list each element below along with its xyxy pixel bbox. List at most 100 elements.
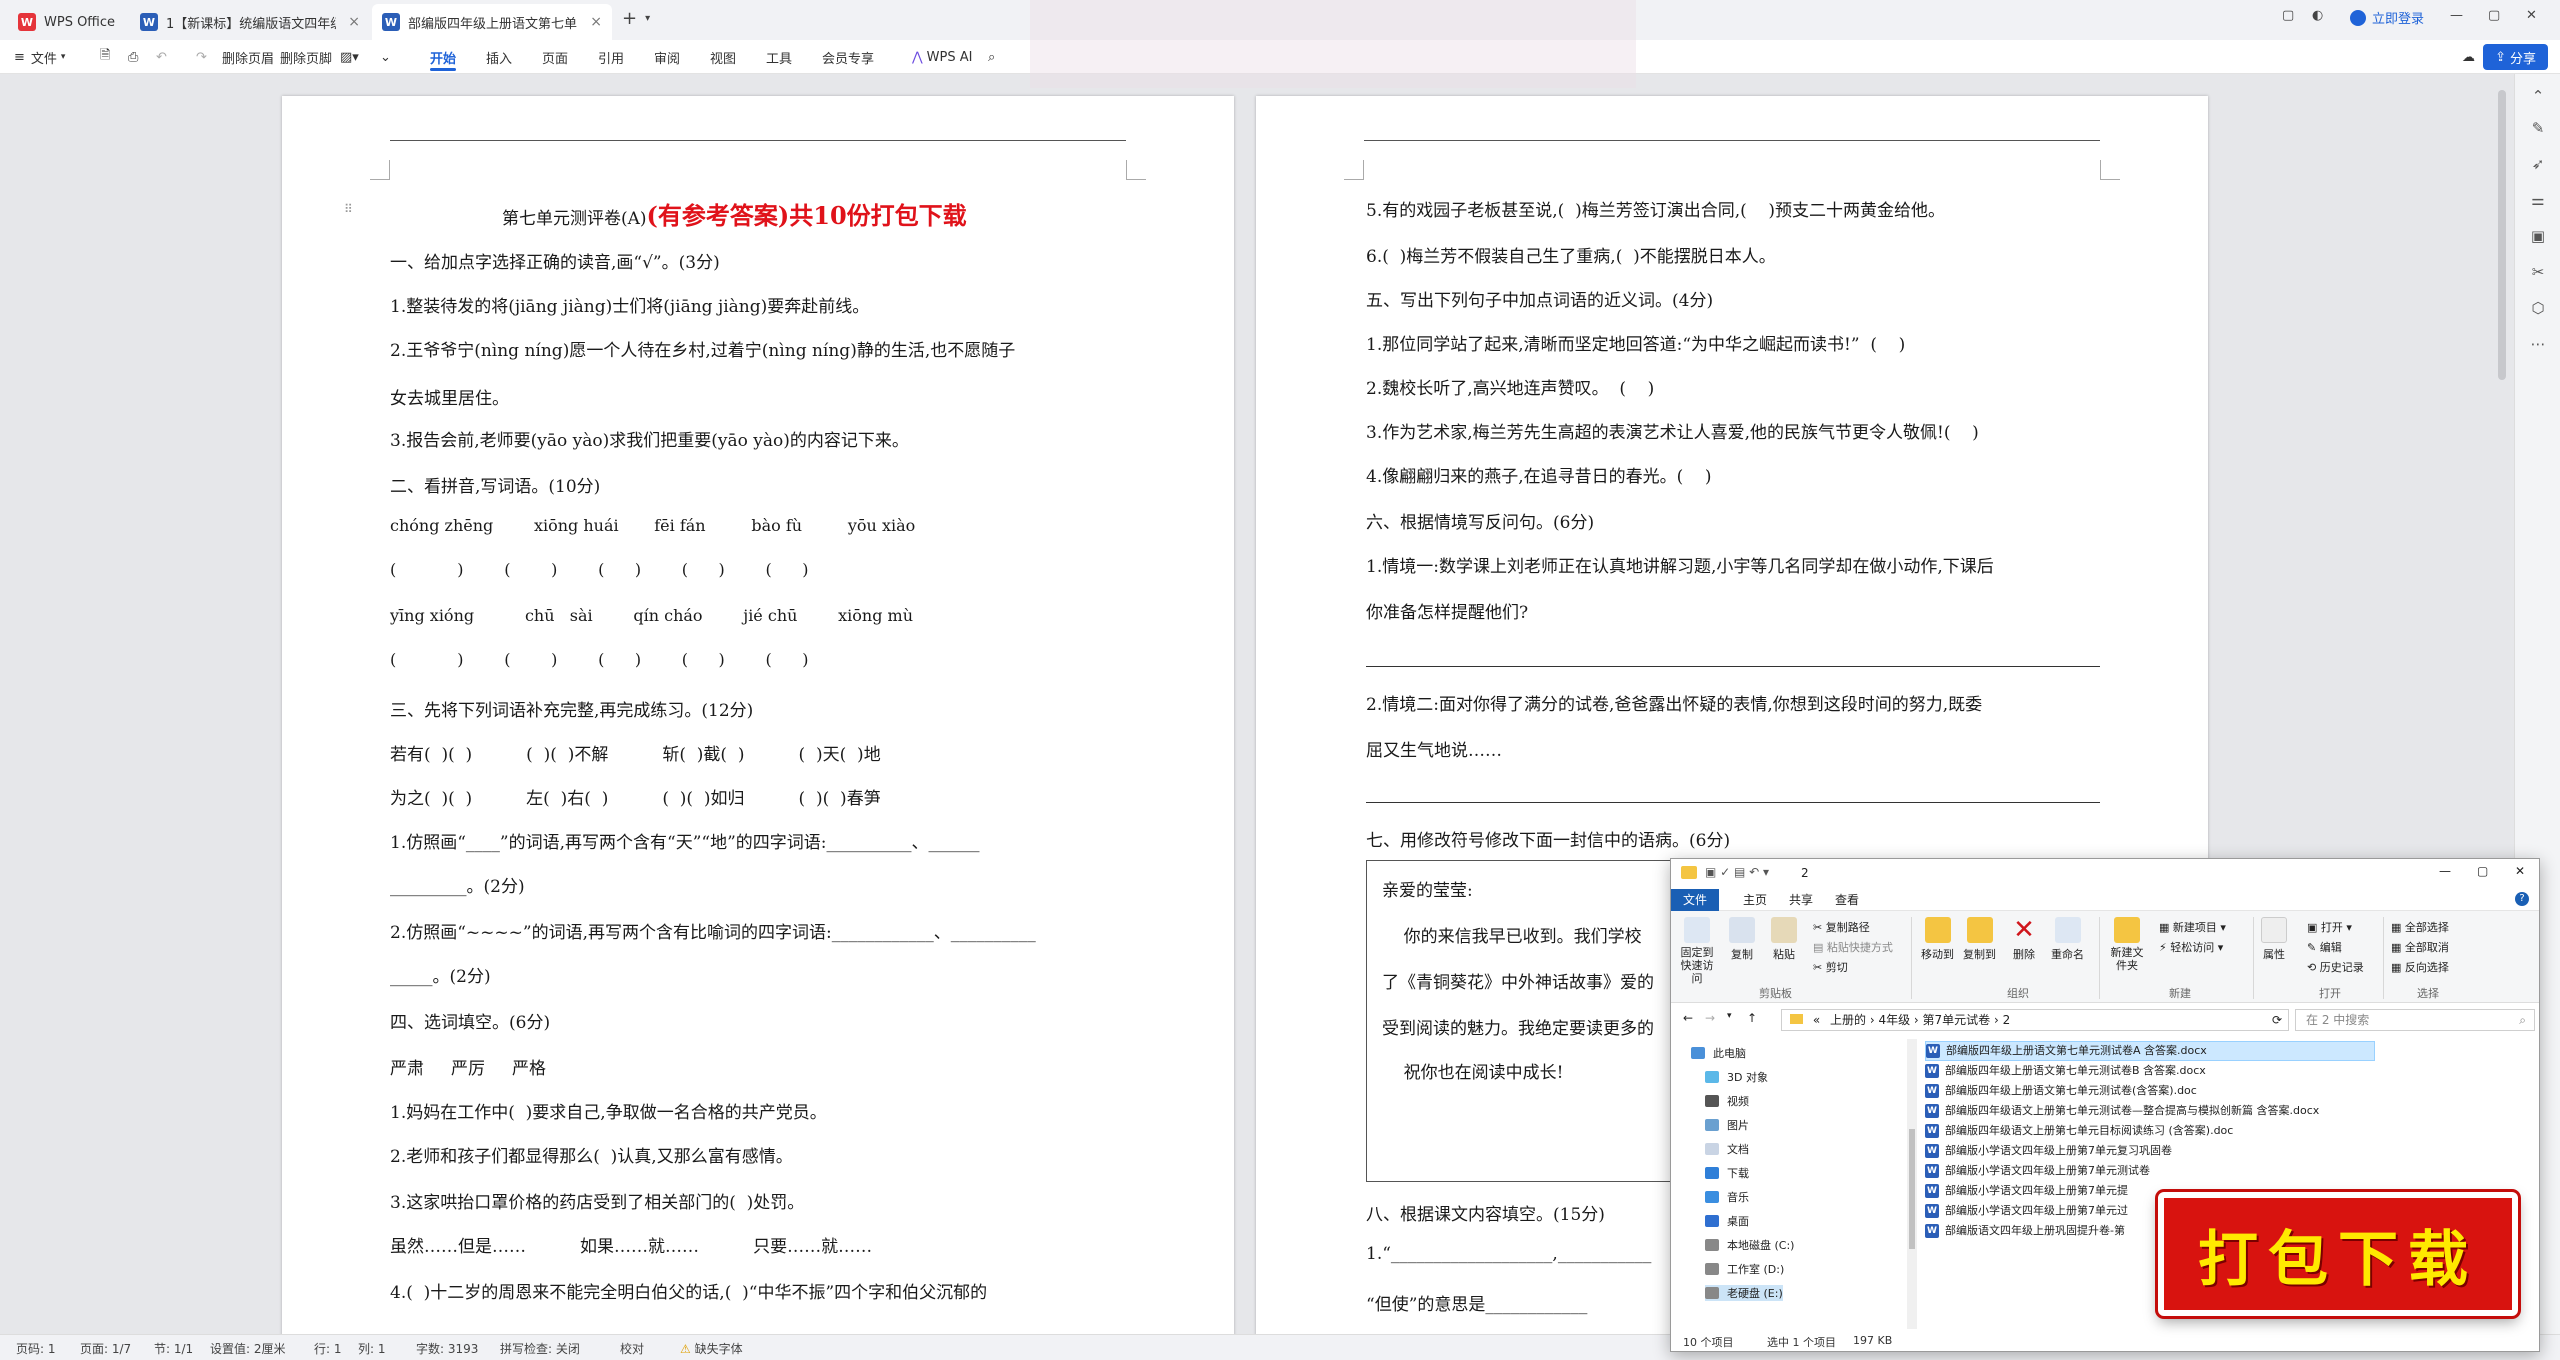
window-icon[interactable]: ▢ [2282,8,2294,23]
share-button[interactable]: ⇪ 分享 [2483,44,2548,70]
undo-icon[interactable]: ↶ [156,40,167,74]
format-painter-icon[interactable]: ▨▾ [340,40,359,74]
new-item-button[interactable]: ▦ 新建项目 ▾ [2159,919,2226,935]
close-icon[interactable]: × [340,14,360,30]
close-window-button[interactable]: ✕ [2526,8,2537,23]
help-icon[interactable]: ? [2515,892,2529,906]
drag-handle-icon[interactable]: ⠿ [344,202,353,216]
nav-this-pc[interactable]: 此电脑 [1691,1045,1746,1061]
login-button[interactable]: 立即登录 [2350,8,2424,27]
tab-insert[interactable]: 插入 [486,40,512,74]
nav-documents[interactable]: 文档 [1705,1141,1749,1157]
menu-view[interactable]: 查看 [1823,889,1871,911]
wps-ai-button[interactable]: ⋀ WPS AI [912,40,972,74]
delete-footer-button[interactable]: 删除页脚 [280,40,332,74]
close-icon[interactable]: × [582,14,602,30]
file-row[interactable]: W 部编版四年级语文上册第七单元目标阅读练习 (含答案).doc [1925,1121,2233,1141]
status-pages[interactable]: 页面: 1/7 [80,1340,131,1357]
close-window-button[interactable]: ✕ [2515,864,2525,878]
tab-references[interactable]: 引用 [598,40,624,74]
file-row[interactable]: W 部编版四年级上册语文第七单元测试卷(含答案).doc [1925,1081,2197,1101]
breadcrumb[interactable]: 上册的 [1830,1013,1866,1027]
search-icon[interactable]: ⌕ [988,40,995,74]
minimize-button[interactable]: — [2439,864,2451,878]
tab-member[interactable]: 会员专享 [822,40,874,74]
tab-wps-home[interactable]: W WPS Office [8,4,128,40]
menu-home[interactable]: 主页 [1731,889,1779,911]
download-banner[interactable]: 打包下载 [2158,1192,2518,1316]
select-all-button[interactable]: ▦ 全部选择 [2391,919,2449,935]
file-row[interactable]: W 部编版小学语文四年级上册第7单元复习巩固卷 [1925,1141,2172,1161]
file-menu[interactable]: ≡ 文件 ▾ [14,40,65,74]
status-proofread[interactable]: 校对 [620,1340,644,1357]
delete-button[interactable]: ✕ 删除 [2011,917,2037,962]
back-icon[interactable]: ← [1683,1011,1693,1025]
up-icon[interactable]: ↑ [1747,1011,1757,1025]
new-folder-button[interactable]: 新建文件夹 [2107,917,2147,972]
tab-page[interactable]: 页面 [542,40,568,74]
invert-selection-button[interactable]: ▦ 反向选择 [2391,959,2449,975]
file-row[interactable]: W 部编版小学语文四年级上册第7单元提 [1925,1181,2128,1201]
status-word-count[interactable]: 字数: 3193 [416,1340,478,1357]
menu-file[interactable]: 文件 [1671,889,1720,911]
print-icon[interactable]: ⎙ [128,40,138,74]
history-button[interactable]: ⟲ 历史记录 [2307,959,2364,975]
menu-share[interactable]: 共享 [1777,889,1825,911]
nav-drive-d[interactable]: 工作室 (D:) [1705,1261,1784,1277]
tab-review[interactable]: 审阅 [654,40,680,74]
breadcrumb[interactable]: 4年级 [1878,1013,1910,1027]
image-edit-icon[interactable]: ▣ [2528,226,2548,246]
nav-3d-objects[interactable]: 3D 对象 [1705,1069,1768,1085]
cursor-icon[interactable]: ➶ [2528,154,2548,174]
more-chevron-icon[interactable]: ⌄ [380,40,391,74]
tab-start[interactable]: 开始 [430,40,457,74]
tab-document-2[interactable]: W 部编版四年级上册语文第七单 × [372,4,612,40]
cloud-icon[interactable]: ☁ [2462,40,2475,74]
new-tab-button[interactable]: + ▾ [622,8,650,29]
adjust-icon[interactable]: ⚌ [2528,190,2548,210]
refresh-icon[interactable]: ⟳ [2272,1010,2282,1030]
file-row[interactable]: W 部编版四年级语文上册第七单元测试卷—整合提高与模拟创新篇 含答案.docx [1925,1101,2319,1121]
search-input[interactable]: 在 2 中搜索 ⌕ [2295,1009,2535,1031]
copy-path-button[interactable]: ✂ 复制路径 [1813,919,1870,935]
more-icon[interactable]: ⋯ [2528,334,2548,354]
cut-button[interactable]: ✂ 剪切 [1813,959,1848,975]
quick-access-icons[interactable]: ▣ ✓ ▤ ↶ ▾ [1705,865,1769,879]
breadcrumb[interactable]: 2 [2003,1013,2011,1027]
paste-button[interactable]: 粘贴 [1771,917,1797,962]
breadcrumb[interactable]: 第7单元试卷 [1923,1013,1991,1027]
tools-icon[interactable]: ✂ [2528,262,2548,282]
answer-line[interactable] [1366,802,2100,803]
copy-button[interactable]: 复制 [1729,917,1755,962]
maximize-button[interactable]: ▢ [2488,8,2500,23]
answer-line[interactable] [1366,666,2100,667]
address-bar[interactable]: « 上册的 › 4年级 › 第7单元试卷 › 2 ⟳ [1781,1009,2289,1031]
tab-tools[interactable]: 工具 [766,40,792,74]
save-icon[interactable]: 🗎 [100,40,110,74]
file-row[interactable]: W 部编版小学语文四年级上册第7单元测试卷 [1925,1161,2150,1181]
properties-button[interactable]: 属性 [2261,917,2287,962]
nav-music[interactable]: 音乐 [1705,1189,1749,1205]
nav-pictures[interactable]: 图片 [1705,1117,1749,1133]
paste-shortcut-button[interactable]: ▤ 粘贴快捷方式 [1813,939,1893,955]
shape-icon[interactable]: ⬡ [2528,298,2548,318]
move-to-button[interactable]: 移动到 [1921,917,1954,962]
redo-icon[interactable]: ↷ [196,40,207,74]
forward-icon[interactable]: → [1705,1011,1715,1025]
file-row[interactable]: W 部编版四年级上册语文第七单元测试卷B 含答案.docx [1925,1061,2206,1081]
edit-button[interactable]: ✎ 编辑 [2307,939,2342,955]
file-row[interactable]: W 部编版语文四年级上册巩固提升卷-第 [1925,1221,2125,1241]
file-row[interactable]: W 部编版四年级上册语文第七单元测试卷A 含答案.docx [1925,1041,2375,1061]
open-button[interactable]: ▣ 打开 ▾ [2307,919,2352,935]
nav-desktop[interactable]: 桌面 [1705,1213,1749,1229]
nav-videos[interactable]: 视频 [1705,1093,1749,1109]
minimize-button[interactable]: — [2450,8,2463,23]
file-row[interactable]: W 部编版小学语文四年级上册第7单元过 [1925,1201,2128,1221]
select-none-button[interactable]: ▦ 全部取消 [2391,939,2449,955]
nav-scrollbar[interactable] [1907,1039,1917,1329]
maximize-button[interactable]: ▢ [2477,864,2488,878]
delete-header-button[interactable]: 删除页眉 [222,40,274,74]
breadcrumb[interactable]: « [1813,1013,1820,1027]
vertical-scrollbar[interactable] [2498,90,2506,380]
copy-to-button[interactable]: 复制到 [1963,917,1996,962]
